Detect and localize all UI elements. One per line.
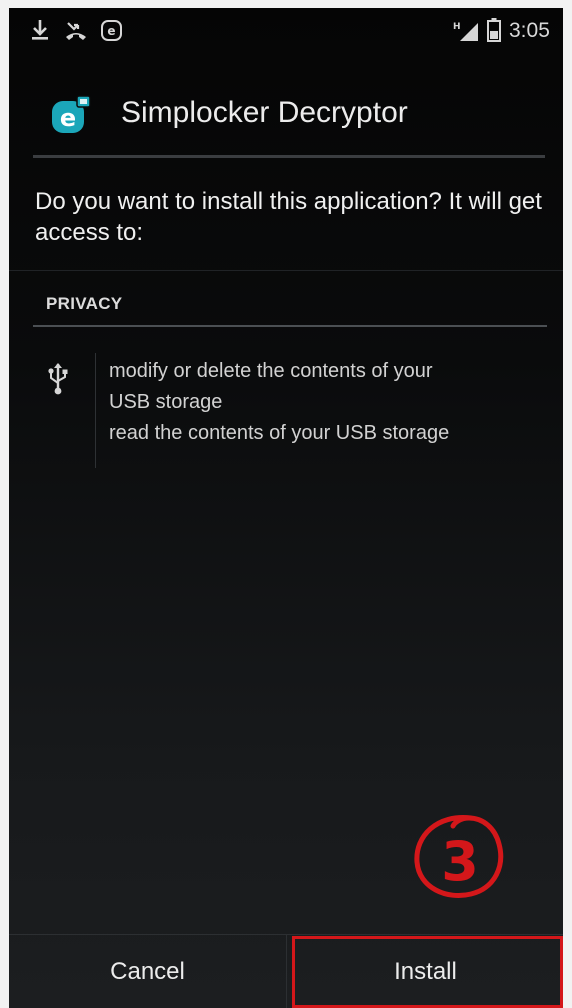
permission-list: modify or delete the contents of your US… xyxy=(109,356,549,449)
permission-item-modify-usb-line1: modify or delete the contents of your xyxy=(109,360,433,382)
install-prompt: Do you want to install this application?… xyxy=(35,188,542,246)
header-divider xyxy=(33,155,545,158)
svg-text:e: e xyxy=(60,104,76,132)
content-divider xyxy=(9,270,563,271)
eset-app-icon: e xyxy=(52,95,91,133)
install-button[interactable]: Install xyxy=(286,935,563,1008)
signal-icon: H xyxy=(453,22,478,41)
permission-item-read-usb: read the contents of your USB storage xyxy=(109,422,450,444)
permission-item-modify-usb-line2: USB storage xyxy=(109,391,223,413)
status-bar: e H 3:05 xyxy=(9,8,563,54)
eset-notification-icon: e xyxy=(101,20,122,41)
system-status: H 3:05 xyxy=(443,18,563,44)
step-number-annotation: 3 xyxy=(414,815,504,898)
dialog-button-bar: Cancel Install xyxy=(9,934,563,1008)
permission-section-title: PRIVACY xyxy=(46,294,123,313)
status-clock: 3:05 xyxy=(509,19,550,42)
missed-call-icon xyxy=(66,22,86,40)
install-dialog-screen: e H 3:05 e Simplocker Decryptor Do you w… xyxy=(9,8,563,1008)
cancel-button[interactable]: Cancel xyxy=(9,935,286,1008)
battery-icon xyxy=(487,18,501,42)
usb-icon xyxy=(48,363,68,395)
svg-text:e: e xyxy=(107,24,115,38)
notification-icons: e xyxy=(29,18,137,42)
section-divider xyxy=(33,325,547,327)
permission-indent-line xyxy=(95,353,96,468)
app-title: Simplocker Decryptor xyxy=(121,96,408,129)
network-type-label: H xyxy=(453,22,461,32)
step-number: 3 xyxy=(441,830,479,893)
download-icon xyxy=(32,20,48,40)
